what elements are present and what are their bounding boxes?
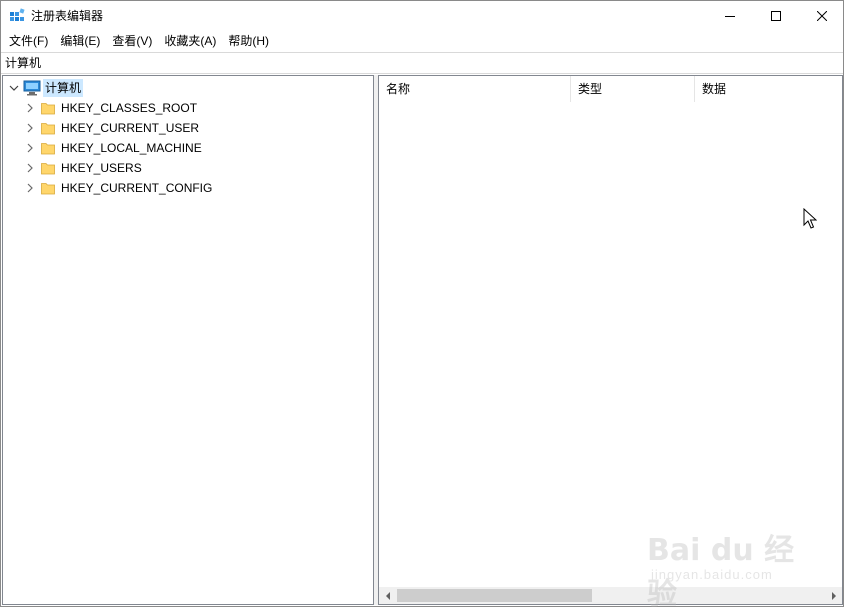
close-button[interactable]	[799, 1, 844, 31]
minimize-button[interactable]	[707, 1, 753, 31]
tree-node-hkey-classes-root[interactable]: HKEY_CLASSES_ROOT	[23, 98, 197, 118]
baidu-watermark: Bai du 经验 jingyan.baidu.com	[647, 515, 807, 607]
tree-node-computer[interactable]: 计算机	[7, 78, 84, 98]
chevron-right-icon	[27, 123, 33, 133]
chevron-right-icon	[27, 143, 33, 153]
tree-label[interactable]: HKEY_USERS	[61, 160, 142, 176]
menu-file[interactable]: 文件(F)	[3, 31, 54, 51]
window-title: 注册表编辑器	[31, 9, 104, 23]
chevron-down-icon	[9, 85, 19, 91]
column-header-type[interactable]: 类型	[571, 76, 695, 102]
tree-node-hkey-users[interactable]: HKEY_USERS	[23, 158, 142, 178]
chevron-right-icon	[831, 591, 836, 600]
tree-label[interactable]: HKEY_CLASSES_ROOT	[61, 100, 197, 116]
expander-collapsed[interactable]	[23, 138, 37, 158]
column-header-name[interactable]: 名称	[379, 76, 571, 102]
menu-bar: 文件(F) 编辑(E) 查看(V) 收藏夹(A) 帮助(H)	[1, 31, 843, 51]
scroll-thumb[interactable]	[397, 589, 592, 602]
tree-node-hkey-current-config[interactable]: HKEY_CURRENT_CONFIG	[23, 178, 212, 198]
tree-root-label[interactable]: 计算机	[43, 79, 84, 97]
list-header: 名称 类型 数据	[379, 76, 842, 102]
folder-icon	[41, 183, 55, 195]
close-icon	[817, 11, 827, 21]
watermark-logo: Bai du 经验	[647, 533, 795, 607]
menu-favorites[interactable]: 收藏夹(A)	[158, 31, 222, 51]
address-path[interactable]: 计算机	[5, 56, 41, 70]
tree-label[interactable]: HKEY_LOCAL_MACHINE	[61, 140, 202, 156]
tree-label[interactable]: HKEY_CURRENT_CONFIG	[61, 180, 212, 196]
minimize-icon	[725, 16, 735, 17]
mouse-cursor-icon	[803, 208, 817, 229]
expander-collapsed[interactable]	[23, 178, 37, 198]
chevron-right-icon	[27, 103, 33, 113]
folder-icon	[41, 143, 55, 155]
chevron-right-icon	[27, 183, 33, 193]
folder-icon	[41, 123, 55, 135]
chevron-right-icon	[27, 163, 33, 173]
tree-label[interactable]: HKEY_CURRENT_USER	[61, 120, 199, 136]
chevron-left-icon	[385, 591, 390, 600]
scroll-right-button[interactable]	[825, 587, 842, 604]
maximize-button[interactable]	[753, 1, 799, 31]
tree-node-hkey-current-user[interactable]: HKEY_CURRENT_USER	[23, 118, 199, 138]
title-bar[interactable]: 注册表编辑器	[1, 1, 843, 31]
key-tree-pane[interactable]: 计算机 HKEY_CLASSES_ROOT HKEY_CURRENT_USER …	[2, 75, 374, 605]
scroll-left-button[interactable]	[379, 587, 396, 604]
address-bar[interactable]: 计算机	[1, 52, 843, 74]
folder-icon	[41, 163, 55, 175]
registry-app-icon	[10, 8, 25, 21]
maximize-icon	[771, 11, 781, 21]
menu-edit[interactable]: 编辑(E)	[54, 31, 106, 51]
expander-collapsed[interactable]	[23, 158, 37, 178]
folder-icon	[41, 103, 55, 115]
watermark-url: jingyan.baidu.com	[651, 567, 773, 582]
expander-expanded[interactable]	[7, 78, 21, 98]
expander-collapsed[interactable]	[23, 98, 37, 118]
column-header-data[interactable]: 数据	[695, 76, 842, 102]
computer-icon	[23, 80, 41, 96]
expander-collapsed[interactable]	[23, 118, 37, 138]
menu-view[interactable]: 查看(V)	[106, 31, 158, 51]
menu-help[interactable]: 帮助(H)	[222, 31, 275, 51]
registry-editor-window: 注册表编辑器 文件(F) 编辑(E) 查看(V) 收藏夹(A) 帮助(H) 计算…	[0, 0, 844, 607]
tree-node-hkey-local-machine[interactable]: HKEY_LOCAL_MACHINE	[23, 138, 202, 158]
